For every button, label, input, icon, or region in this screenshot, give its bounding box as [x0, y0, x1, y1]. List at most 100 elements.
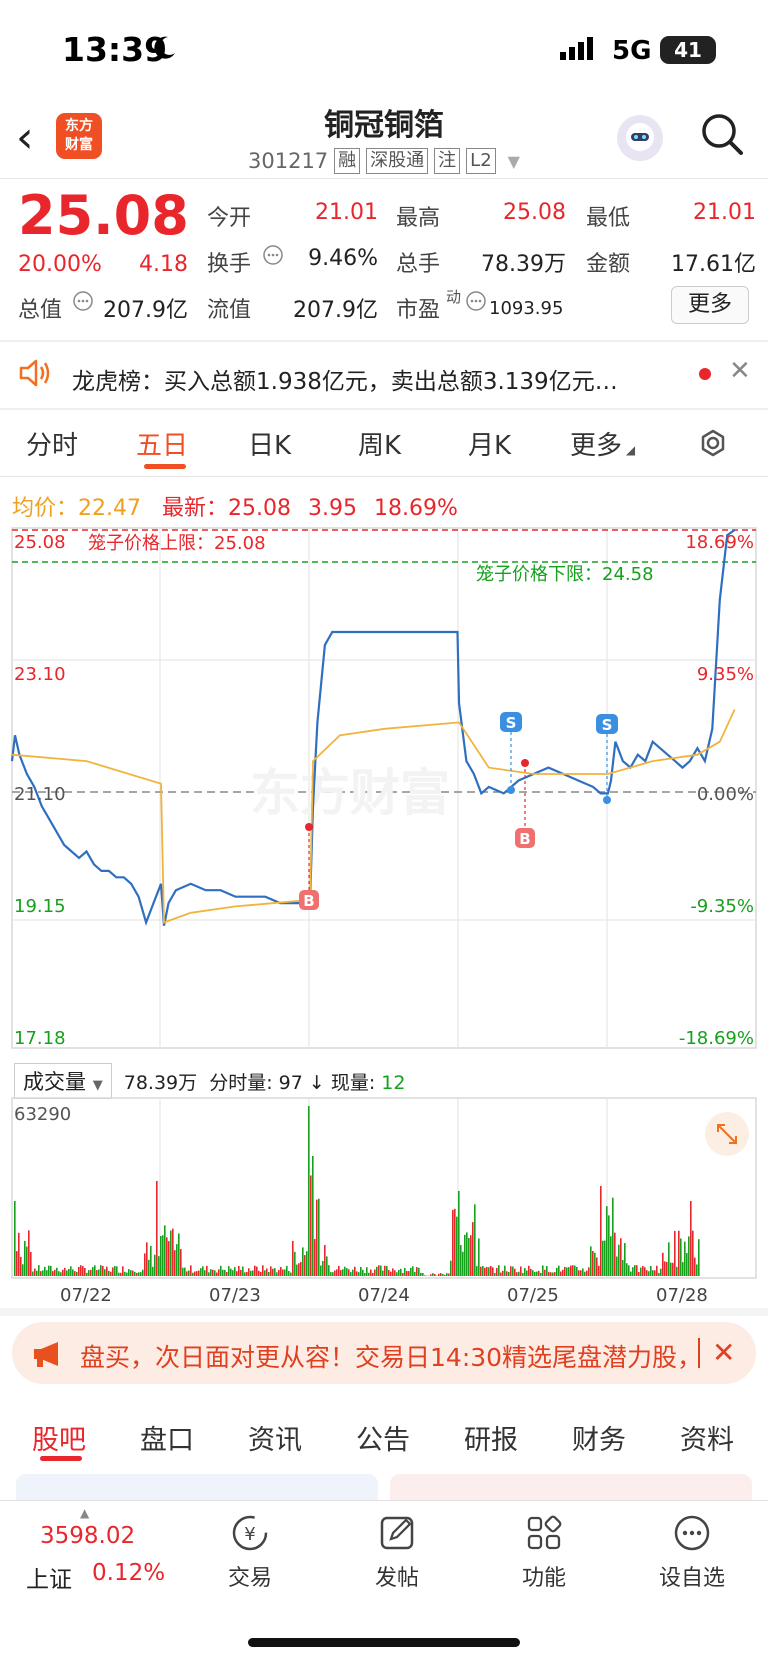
volume-bar [78, 1266, 80, 1276]
limit-up-label: 笼子价格上限：25.08 [88, 533, 266, 554]
volume-bar [110, 1271, 112, 1276]
volume-bar [624, 1243, 626, 1276]
volume-bar [42, 1270, 44, 1276]
volume-bar [38, 1265, 40, 1276]
volume-bar [458, 1191, 460, 1276]
chart-info-line: 均价：22.47 最新：25.08 3.95 18.69% [12, 496, 458, 521]
volume-bar [146, 1242, 148, 1276]
divider [0, 408, 768, 410]
info-icon[interactable] [72, 290, 94, 316]
expand-icon[interactable] [705, 1112, 749, 1156]
tab-weekly-k[interactable]: 周K [358, 425, 401, 462]
stock-code-row[interactable]: 301217 融 深股通 注 L2 ▼ [248, 148, 520, 174]
volume-bar [670, 1262, 672, 1276]
network-label: 5G [612, 36, 652, 66]
volume-bar [208, 1272, 210, 1276]
volume-bar [322, 1260, 324, 1276]
volume-bar [100, 1265, 102, 1276]
trade-icon: ¥ [232, 1515, 268, 1551]
search-icon[interactable] [700, 112, 744, 160]
assistant-avatar[interactable] [617, 115, 663, 161]
tab-news[interactable]: 资讯 [248, 1418, 302, 1457]
volume-bar [454, 1208, 456, 1276]
tab-financials[interactable]: 财务 [572, 1418, 626, 1457]
promo-text[interactable]: 盘买，次日面对更从容！交易日14:30精选尾盘潜力股， [80, 1338, 690, 1374]
volume-bar [234, 1267, 236, 1276]
tab-announcements[interactable]: 公告 [356, 1418, 410, 1457]
volume-bar [420, 1272, 422, 1276]
tab-more[interactable]: 更多 ◢ [570, 425, 635, 462]
sell-marker[interactable]: S [596, 714, 618, 804]
volume-bar [506, 1271, 508, 1276]
pe-label: 市盈 [396, 298, 441, 323]
volume-bar [586, 1270, 588, 1276]
volume-bar [86, 1272, 88, 1276]
index-name[interactable]: 上证 [26, 1560, 72, 1594]
volume-bar [64, 1267, 66, 1276]
close-icon[interactable]: ✕ [729, 356, 751, 386]
volume-bar [682, 1262, 684, 1276]
volume-bar [218, 1269, 220, 1276]
volume-bar [200, 1268, 202, 1276]
volume-bar [572, 1265, 574, 1276]
nav-watchlist[interactable]: 设自选 [642, 1512, 742, 1592]
dragon-tiger-text[interactable]: 龙虎榜：买入总额1.938亿元，卖出总额3.139亿元… [72, 362, 618, 396]
price-axis-label: 19.15 [14, 896, 66, 917]
nav-post[interactable]: 发帖 [347, 1512, 447, 1592]
tab-research[interactable]: 研报 [464, 1418, 518, 1457]
chevron-up-icon[interactable]: ▲ [80, 1506, 89, 1520]
volume-bar [162, 1235, 164, 1276]
volume-bar [188, 1270, 190, 1276]
volume-bar [94, 1265, 96, 1276]
volume-indicator-select[interactable]: 成交量 ▼ [14, 1063, 112, 1099]
more-button[interactable]: 更多 [671, 286, 749, 324]
info-icon[interactable] [465, 290, 487, 316]
volume-bar [614, 1232, 616, 1276]
volume-bar [446, 1273, 448, 1276]
index-pct[interactable]: 0.12% [92, 1560, 165, 1586]
volume-bar [680, 1238, 682, 1276]
low-value: 21.01 [693, 200, 756, 225]
index-value[interactable]: 3598.02 [40, 1523, 135, 1549]
tab-orderbook[interactable]: 盘口 [140, 1418, 194, 1457]
volume-bar [476, 1266, 478, 1276]
open-label: 今开 [207, 206, 252, 231]
nav-functions[interactable]: 功能 [494, 1512, 594, 1592]
volume-bar [370, 1269, 372, 1276]
volume-bar [584, 1271, 586, 1276]
divider [698, 1338, 700, 1368]
volume-bar [30, 1252, 32, 1276]
volume-bar [254, 1265, 256, 1276]
unread-dot [699, 368, 711, 380]
volume-bar [320, 1265, 322, 1276]
tab-forum[interactable]: 股吧 [32, 1418, 86, 1457]
volume-bar [430, 1274, 432, 1276]
volume-chart[interactable]: 63290 [0, 1096, 768, 1282]
volume-bar [632, 1267, 634, 1276]
volume-bar [526, 1270, 528, 1276]
volume-bar [546, 1266, 548, 1276]
nav-trade[interactable]: ¥ 交易 [200, 1512, 300, 1592]
limit-down-label: 笼子价格下限：24.58 [476, 564, 654, 585]
volume-bar [678, 1230, 680, 1276]
stock-code: 301217 [248, 149, 329, 173]
settings-icon[interactable] [696, 426, 730, 464]
tab-daily-k[interactable]: 日K [248, 425, 291, 462]
volume-bar [638, 1272, 640, 1276]
five-day-chart[interactable]: 东方财富 25.08 23.10 21.10 19.15 17.18 18.69… [0, 520, 768, 1060]
volume-bar [214, 1270, 216, 1276]
high-label: 最高 [396, 206, 441, 231]
volume-bar [364, 1272, 366, 1276]
volume-bar [534, 1272, 536, 1276]
info-icon[interactable] [262, 244, 284, 270]
volume-bar [502, 1270, 504, 1276]
tab-monthly-k[interactable]: 月K [468, 425, 511, 462]
close-icon[interactable]: ✕ [712, 1336, 735, 1369]
volume-bar [382, 1270, 384, 1276]
volume-bar [192, 1272, 194, 1276]
tab-profile[interactable]: 资料 [680, 1418, 734, 1457]
tab-intraday[interactable]: 分时 [26, 425, 78, 462]
tab-five-day[interactable]: 五日 [136, 425, 188, 462]
volume-bar [248, 1268, 250, 1276]
volume-bar [312, 1156, 314, 1276]
